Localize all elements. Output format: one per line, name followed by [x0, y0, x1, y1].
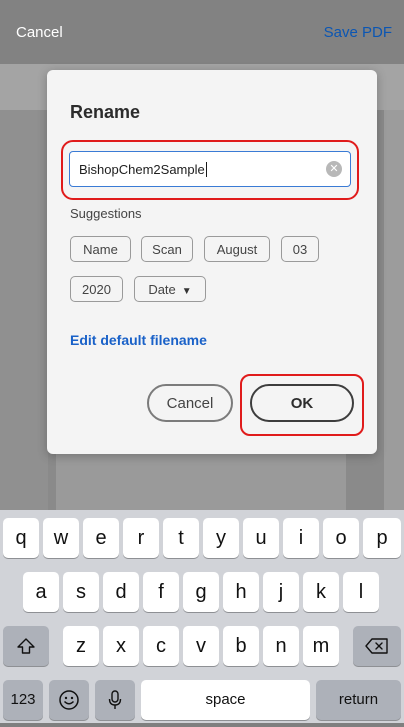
- key-f[interactable]: f: [143, 572, 179, 612]
- clear-text-icon[interactable]: ✕: [326, 161, 342, 177]
- key-c[interactable]: c: [143, 626, 179, 666]
- suggestion-chip-name[interactable]: Name: [70, 236, 131, 262]
- key-l[interactable]: l: [343, 572, 379, 612]
- key-t[interactable]: t: [163, 518, 199, 558]
- key-k[interactable]: k: [303, 572, 339, 612]
- suggestion-chip-2020[interactable]: 2020: [70, 276, 123, 302]
- microphone-icon: [108, 690, 122, 709]
- ok-button[interactable]: OK: [250, 384, 354, 422]
- suggestion-chip-scan[interactable]: Scan: [141, 236, 193, 262]
- key-g[interactable]: g: [183, 572, 219, 612]
- shift-icon: [17, 638, 35, 654]
- filename-input[interactable]: BishopChem2Sample ✕: [69, 151, 351, 187]
- microphone-key[interactable]: [95, 680, 135, 720]
- key-z[interactable]: z: [63, 626, 99, 666]
- key-m[interactable]: m: [303, 626, 339, 666]
- suggestions-label: Suggestions: [70, 206, 142, 221]
- filename-value: BishopChem2Sample: [79, 162, 205, 177]
- suggestion-dropdown-date[interactable]: Date ▼: [134, 276, 206, 302]
- suggestion-chip-03[interactable]: 03: [281, 236, 319, 262]
- key-y[interactable]: y: [203, 518, 239, 558]
- key-j[interactable]: j: [263, 572, 299, 612]
- key-n[interactable]: n: [263, 626, 299, 666]
- key-r[interactable]: r: [123, 518, 159, 558]
- emoji-key[interactable]: [49, 680, 89, 720]
- emoji-icon: [59, 690, 79, 710]
- edit-default-filename-link[interactable]: Edit default filename: [70, 332, 207, 348]
- key-u[interactable]: u: [243, 518, 279, 558]
- key-a[interactable]: a: [23, 572, 59, 612]
- key-b[interactable]: b: [223, 626, 259, 666]
- key-s[interactable]: s: [63, 572, 99, 612]
- return-key[interactable]: return: [316, 680, 401, 720]
- date-dropdown-label: Date: [148, 282, 176, 297]
- key-v[interactable]: v: [183, 626, 219, 666]
- space-key[interactable]: space: [141, 680, 310, 720]
- shift-key[interactable]: [3, 626, 49, 666]
- cancel-button[interactable]: Cancel: [147, 384, 233, 422]
- top-bar: Cancel Save PDF: [0, 0, 404, 64]
- key-e[interactable]: e: [83, 518, 119, 558]
- key-d[interactable]: d: [103, 572, 139, 612]
- key-h[interactable]: h: [223, 572, 259, 612]
- numbers-key[interactable]: 123: [3, 680, 43, 720]
- key-x[interactable]: x: [103, 626, 139, 666]
- suggestion-chip-august[interactable]: August: [204, 236, 270, 262]
- rename-dialog: Rename BishopChem2Sample ✕ Suggestions N…: [47, 70, 377, 454]
- key-o[interactable]: o: [323, 518, 359, 558]
- chevron-down-icon: ▼: [181, 286, 192, 297]
- backspace-key[interactable]: [353, 626, 401, 666]
- cancel-top-button[interactable]: Cancel: [16, 24, 63, 41]
- key-i[interactable]: i: [283, 518, 319, 558]
- text-caret: [205, 162, 207, 177]
- backspace-icon: [365, 638, 388, 654]
- onscreen-keyboard: q w e r t y u i o p a s d f g h j k l z …: [0, 510, 404, 723]
- document-right-margin: [384, 110, 404, 510]
- key-w[interactable]: w: [43, 518, 79, 558]
- dialog-title: Rename: [70, 102, 141, 122]
- key-q[interactable]: q: [3, 518, 39, 558]
- document-left-margin: [0, 110, 48, 510]
- key-p[interactable]: p: [363, 518, 401, 558]
- save-pdf-button[interactable]: Save PDF: [324, 24, 392, 41]
